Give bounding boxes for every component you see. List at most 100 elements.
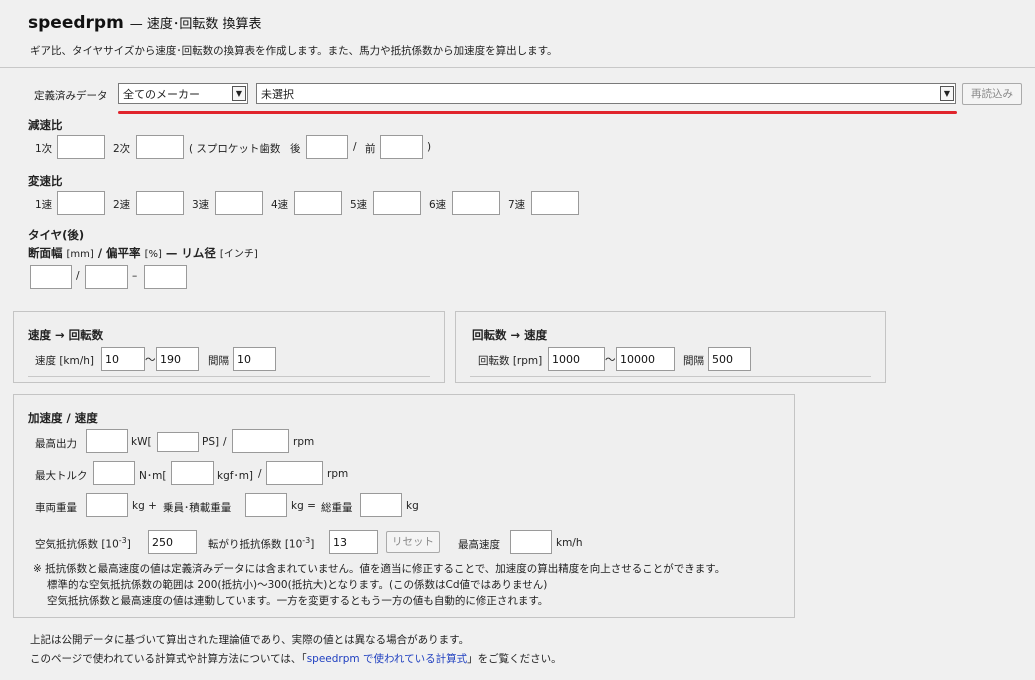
footer-pre: このページで使われている計算式や計算方法については、「 [30,653,307,665]
reset-button[interactable]: リセット [386,531,440,553]
vehicle-weight-input[interactable] [86,493,128,517]
air-resistance-input[interactable] [148,530,197,554]
gear-5-label: 5速 [350,199,368,211]
page-description: ギア比、タイヤサイズから速度･回転数の換算表を作成します。また、馬力や抵抗係数か… [30,45,558,57]
speed-to-rpm-panel [13,311,445,383]
gear-2-label: 2速 [113,199,131,211]
gear-title: 変速比 [28,174,63,188]
rpm-interval-input[interactable] [708,347,751,371]
speed-interval-label: 間隔 [208,355,229,367]
sprocket-close: ) [427,141,432,153]
speed-range-label: 速度 [km/h] [35,355,95,367]
note-line-2: 標準的な空気抵抗係数の範囲は 200(抵抗小)〜300(抵抗大)となります。(こ… [47,579,548,591]
tire-ratio-label: 偏平率 [106,246,141,260]
rider-weight-input[interactable] [245,493,287,517]
footer-formula-note: このページで使われている計算式や計算方法については、「speedrpm で使われ… [30,651,562,666]
footer-post: 」をご覧ください。 [467,653,562,665]
maker-select[interactable]: 全てのメーカー ▼ [118,83,248,104]
tire-width-input[interactable] [30,265,72,289]
max-power-ps-input[interactable] [157,432,199,452]
roll-label-close: ] [310,538,315,551]
note-line-3: 空気抵抗係数と最高速度の値は連動しています。一方を変更するともう一方の値も自動的… [47,595,549,607]
gear-1-label: 1速 [35,199,53,211]
speed-to-input[interactable] [156,347,199,371]
primary-label: 1次 [35,143,53,155]
secondary-ratio-input[interactable] [136,135,184,159]
max-torque-nm-input[interactable] [93,461,135,485]
model-select[interactable]: 未選択 ▼ [256,83,956,104]
speed-tilde: 〜 [145,354,156,366]
gear-3-input[interactable] [215,191,263,215]
total-weight-input[interactable] [360,493,402,517]
kgfm-unit: kgf･m] [217,470,254,482]
power-slash: / [223,436,227,448]
max-torque-label: 最大トルク [35,470,88,482]
rolling-resistance-label: 転がり抵抗係数 [10-3] [208,536,314,552]
tire-sep-2: — [165,246,178,260]
gear-6-input[interactable] [452,191,500,215]
gear-7-label: 7速 [508,199,526,211]
total-weight-label: 総重量 [321,502,353,514]
highlight-underline [118,111,957,114]
tire-width-unit: [mm] [66,249,94,260]
tire-rim-label: リム径 [181,246,216,260]
nm-unit: N･m[ [139,470,167,482]
rpm-from-input[interactable] [548,347,605,371]
gear-7-input[interactable] [531,191,579,215]
header-divider [0,67,1035,68]
reduction-title: 減速比 [28,118,63,132]
max-power-kw-input[interactable] [86,429,128,453]
top-speed-label: 最高速度 [458,539,500,551]
tire-width-label: 断面幅 [28,246,63,260]
reload-button[interactable]: 再読込み [962,83,1022,105]
sprocket-label: ( スプロケット歯数 [189,143,281,155]
front-sprocket-input[interactable] [380,135,423,159]
gear-4-label: 4速 [271,199,289,211]
secondary-label: 2次 [113,143,131,155]
acceleration-title: 加速度 / 速度 [28,411,98,425]
vehicle-weight-label: 車両重量 [35,502,77,514]
rear-sprocket-input[interactable] [306,135,348,159]
rider-weight-label: 乗員･積載重量 [163,502,232,514]
chevron-down-icon[interactable]: ▼ [940,86,954,101]
air-label-exp: -3 [118,536,127,545]
torque-rpm-unit: rpm [327,468,349,480]
max-power-rpm-input[interactable] [232,429,289,453]
tire-ratio-input[interactable] [85,265,128,289]
tire-ratio-unit: [%] [144,249,162,260]
gear-2-input[interactable] [136,191,184,215]
gear-6-label: 6速 [429,199,447,211]
preset-label: 定義済みデータ [34,90,108,102]
rolling-resistance-input[interactable] [329,530,378,554]
speed-interval-input[interactable] [233,347,276,371]
rpm-tilde: 〜 [605,354,616,366]
tire-sep-1: / [97,246,103,260]
tire-input-slash: / [76,270,80,282]
gear-1-input[interactable] [57,191,105,215]
gear-5-input[interactable] [373,191,421,215]
max-power-label: 最高出力 [35,438,77,450]
page-title: speedrpm — 速度･回転数 換算表 [28,13,261,33]
ps-unit: PS] [202,436,220,448]
top-speed-unit: km/h [556,537,583,549]
kg-plus: kg + [132,500,157,512]
rpm-to-input[interactable] [616,347,675,371]
chevron-down-icon[interactable]: ▼ [232,86,246,101]
tire-size-label: 断面幅 [mm] / 偏平率 [%] — リム径 [インチ] [28,245,258,261]
panel-divider [28,376,430,377]
maker-select-value: 全てのメーカー [123,88,200,101]
rear-sprocket-label: 後 [290,143,301,155]
rpm-range-label: 回転数 [rpm] [478,355,543,367]
formula-link[interactable]: speedrpm で使われている計算式 [307,653,467,665]
speed-from-input[interactable] [101,347,145,371]
max-torque-kgfm-input[interactable] [171,461,214,485]
gear-4-input[interactable] [294,191,342,215]
tire-input-dash: – [132,270,138,282]
tire-rim-input[interactable] [144,265,187,289]
max-torque-rpm-input[interactable] [266,461,323,485]
top-speed-input[interactable] [510,530,552,554]
primary-ratio-input[interactable] [57,135,105,159]
speed-to-rpm-title: 速度 → 回転数 [28,328,104,342]
app-name: speedrpm [28,13,124,33]
panel-divider [470,376,871,377]
